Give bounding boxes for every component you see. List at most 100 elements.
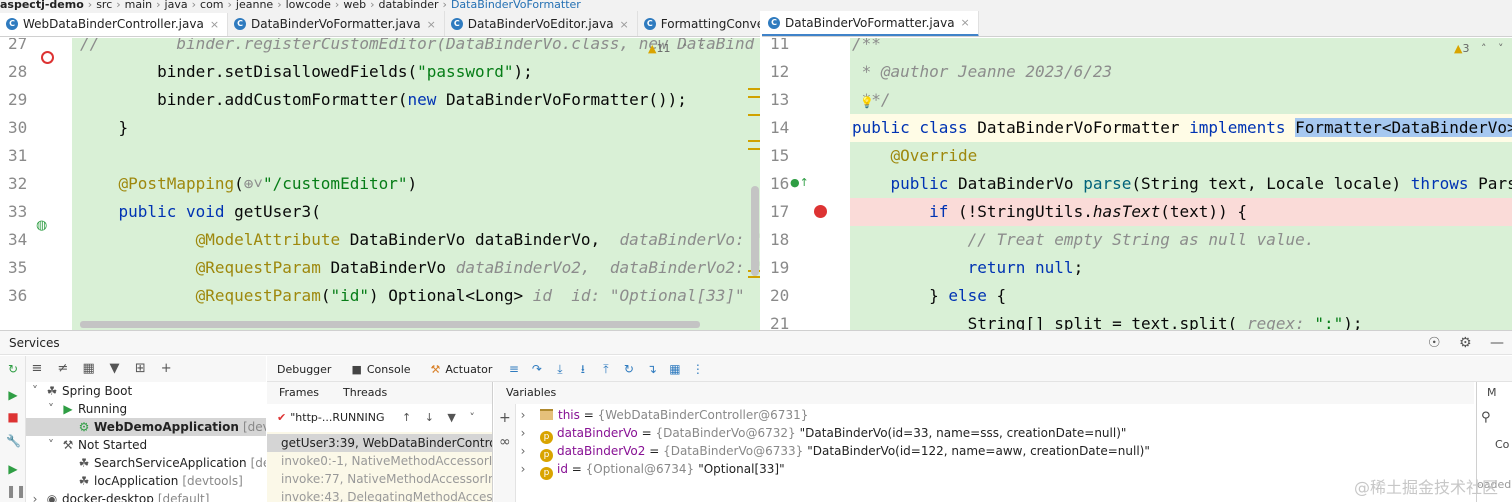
code-line[interactable]: 14 public class DataBinderVoFormatter imp… (762, 114, 1512, 142)
chevron-down-icon[interactable]: ˅ (469, 411, 475, 424)
pause-icon[interactable]: ❚❚ (6, 484, 26, 498)
line-number[interactable]: 21 (762, 310, 798, 330)
run-to-cursor-icon[interactable]: ↴ (640, 356, 663, 382)
line-number[interactable]: 27 (0, 38, 36, 58)
code-text[interactable]: @RequestParam DataBinderVo dataBinderVo2… (80, 254, 760, 282)
code-line[interactable]: 33 public void getUser3( (0, 198, 760, 226)
more-icon[interactable]: ⋮ (686, 356, 709, 382)
line-number[interactable]: 35 (0, 254, 36, 282)
code-text[interactable]: public DataBinderVo parse(String text, L… (852, 170, 1512, 198)
line-number[interactable]: 31 (0, 142, 36, 170)
code-line[interactable]: 12 * @author Jeanne 2023/6/23 (762, 58, 1512, 86)
override-gutter-icon[interactable]: ●↑ (790, 176, 809, 190)
infinity-icon[interactable]: ∞ (499, 434, 511, 450)
inspection-widget-left[interactable]: ▲11 ˄ ˅ (648, 42, 704, 55)
breadcrumb-item[interactable]: lowcode (286, 0, 331, 10)
error-stripe-marker[interactable] (748, 114, 760, 116)
line-number[interactable]: 17 (762, 198, 798, 226)
breadcrumb-item[interactable]: web (343, 0, 366, 10)
editor-tab[interactable]: C DataBinderVoFormatter.java × (228, 11, 445, 36)
stack-frame[interactable]: getUser3:39, WebDataBinderController ( (267, 434, 492, 452)
breadcrumb-item[interactable]: main (125, 0, 152, 10)
variable-row[interactable]: › this = {WebDataBinderController@6731} (516, 406, 809, 424)
add-watch-icon[interactable]: + (499, 410, 511, 426)
code-text[interactable]: // Treat empty String as null value. (852, 226, 1315, 254)
debugger-tab[interactable]: Debugger (267, 357, 342, 385)
show-execution-point-icon[interactable]: ↷ (525, 356, 548, 382)
expand-arrow-icon[interactable]: › (516, 460, 530, 478)
code-text[interactable]: if (!StringUtils.hasText(text)) { (852, 198, 1247, 226)
service-tree-node[interactable]: › ◉ docker-desktop [default] (26, 490, 266, 502)
line-number[interactable]: 15 (762, 142, 798, 170)
endpoint-gutter-icon[interactable]: ◍ (36, 219, 47, 233)
error-stripe-marker[interactable] (748, 148, 760, 150)
chevron-up-icon[interactable]: ˄ (682, 42, 688, 55)
frames-list[interactable]: getUser3:39, WebDataBinderController ( in… (267, 432, 493, 502)
code-line[interactable]: 21 String[] split = text.split( regex: "… (762, 310, 1512, 330)
breadcrumb-item[interactable]: aspectj-demo (0, 0, 84, 10)
code-line[interactable]: 13 **/ (762, 86, 1512, 114)
code-text[interactable]: @PostMapping(⊕˅"/customEditor") (80, 170, 418, 198)
stack-frame[interactable]: invoke:77, NativeMethodAccessorImpl (j (267, 470, 492, 488)
stop-icon[interactable]: ■ (6, 410, 20, 424)
code-text[interactable]: @ModelAttribute DataBinderVo dataBinderV… (80, 226, 760, 254)
editor-tab[interactable]: C DataBinderVoFormatter.java × (762, 11, 979, 36)
code-line[interactable]: 35 @RequestParam DataBinderVo dataBinder… (0, 254, 760, 282)
service-tree-node[interactable]: ☘ SearchServiceApplication[devtools] (26, 454, 266, 472)
code-line[interactable]: 34 @ModelAttribute DataBinderVo dataBind… (0, 226, 760, 254)
breadcrumb-item[interactable]: java (165, 0, 188, 10)
line-number[interactable]: 32 (0, 170, 36, 198)
gear-icon[interactable]: ⚙ (1459, 335, 1472, 351)
menu-icon[interactable]: ≡ (502, 356, 525, 382)
code-line[interactable]: 31 (0, 142, 760, 170)
step-into-icon[interactable]: ⭳ (571, 356, 594, 382)
code-text[interactable]: @Override (852, 142, 978, 170)
inspection-widget-right[interactable]: ▲3 ˄ ˅ (1454, 42, 1503, 55)
breakpoint-hit-icon[interactable] (814, 205, 827, 218)
code-text[interactable]: public class DataBinderVoFormatter imple… (852, 114, 1512, 142)
error-stripe-marker[interactable] (748, 276, 760, 278)
breadcrumb-item[interactable]: databinder (378, 0, 438, 10)
service-tree-node[interactable]: ˅ ▶ Running (26, 400, 266, 418)
line-number[interactable]: 30 (0, 114, 36, 142)
service-tree-node[interactable]: ˅ ⚒ Not Started (26, 436, 266, 454)
rerun-icon[interactable]: ↻ (6, 362, 20, 376)
code-line[interactable]: 15 @Override (762, 142, 1512, 170)
right-code-editor[interactable]: 11/** 12 * @author Jeanne 2023/6/23 13 **/… (762, 38, 1512, 330)
breadcrumb-item[interactable]: com (200, 0, 224, 10)
code-line[interactable]: 18 // Treat empty String as null value. (762, 226, 1512, 254)
collapse-all-icon[interactable]: ≠ (52, 356, 74, 382)
run-icon[interactable]: ▶ (6, 462, 20, 476)
code-text[interactable]: /** (852, 38, 881, 58)
code-line[interactable]: 27// binder.registerCustomEditor(DataBin… (0, 38, 760, 58)
debugger-tab[interactable]: ■ Console (341, 357, 420, 383)
line-number[interactable]: 28 (0, 58, 36, 86)
tab-frames[interactable]: Frames (267, 382, 332, 406)
editor-tab[interactable]: C FormattingConversionSer (638, 11, 760, 36)
expand-arrow-icon[interactable]: › (28, 490, 42, 502)
expand-arrow-icon[interactable]: › (516, 442, 530, 460)
code-text[interactable]: * @author Jeanne 2023/6/23 (852, 58, 1112, 86)
step-over-icon[interactable]: ⤓ (548, 356, 571, 382)
expand-all-icon[interactable]: ≡ (26, 356, 48, 382)
resume-icon[interactable]: ▶ (6, 388, 20, 402)
line-number[interactable]: 34 (0, 226, 36, 254)
code-line[interactable]: 36 @RequestParam("id") Optional<Long> id… (0, 282, 760, 310)
code-line[interactable]: 17 if (!StringUtils.hasText(text)) { (762, 198, 1512, 226)
globe-icon[interactable]: ☉ (1428, 335, 1441, 351)
arrow-down-icon[interactable]: ↓ (425, 411, 434, 424)
evaluate-icon[interactable]: ▦ (663, 356, 686, 382)
variable-row[interactable]: › p dataBinderVo = {DataBinderVo@6732} "Dat… (516, 424, 1126, 444)
vertical-scrollbar[interactable] (751, 186, 759, 276)
chevron-down-icon[interactable]: ˅ (1498, 42, 1504, 55)
code-line[interactable]: 19 return null; (762, 254, 1512, 282)
tab-threads[interactable]: Threads (331, 382, 399, 404)
expand-arrow-icon[interactable]: ˅ (44, 400, 58, 418)
breadcrumb-item[interactable]: jeanne (236, 0, 273, 10)
expand-arrow-icon[interactable]: › (516, 424, 530, 442)
breadcrumb-item[interactable]: src (96, 0, 112, 10)
line-number[interactable]: 19 (762, 254, 798, 282)
code-line[interactable]: 28 binder.setDisallowedFields("password"… (0, 58, 760, 86)
expand-arrow-icon[interactable]: ˅ (44, 436, 58, 454)
minimize-icon[interactable]: — (1490, 335, 1504, 351)
